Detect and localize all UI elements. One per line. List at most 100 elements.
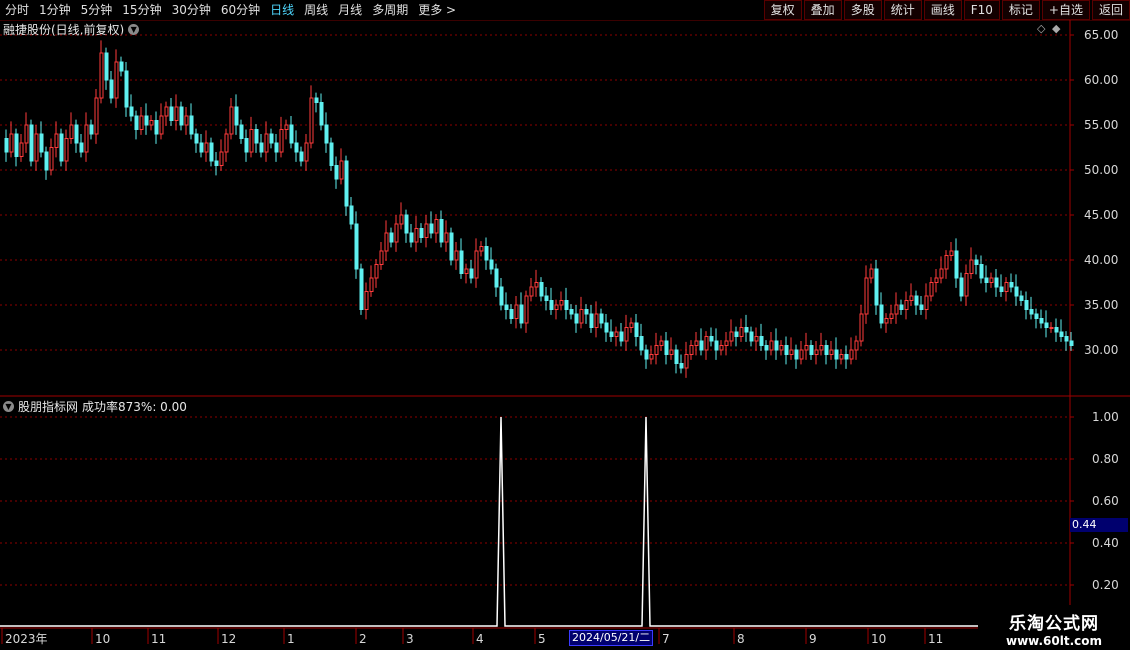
candle-body xyxy=(274,142,279,153)
y-tick-label: 60.00 xyxy=(1084,73,1118,87)
candle-body xyxy=(519,304,524,324)
candle-body xyxy=(654,345,659,355)
candle-body xyxy=(974,259,979,265)
candle-body xyxy=(309,97,314,144)
x-tick-label: 2023年 xyxy=(5,632,48,646)
candle-body xyxy=(389,232,394,243)
candle-body xyxy=(1044,322,1049,328)
candle-body xyxy=(134,115,139,130)
y-tick-label: 35.00 xyxy=(1084,298,1118,312)
candle-body xyxy=(594,313,599,328)
candle-body xyxy=(634,322,639,337)
candle-body xyxy=(684,354,689,369)
candle-body xyxy=(329,142,334,166)
x-tick-label: 3 xyxy=(406,632,414,646)
candle-body xyxy=(764,345,769,351)
candle-body xyxy=(559,300,564,306)
candle-body xyxy=(549,300,554,310)
candle-body xyxy=(774,340,779,351)
candle-body xyxy=(799,349,804,360)
candle-body xyxy=(659,340,664,346)
candle-body xyxy=(619,331,624,342)
candle-body xyxy=(209,142,214,162)
candle-body xyxy=(904,300,909,310)
candle-body xyxy=(314,97,319,103)
candle-body xyxy=(629,322,634,328)
candle-body xyxy=(734,331,739,337)
candle-body xyxy=(789,349,794,355)
candle-body xyxy=(934,277,939,283)
candle-body xyxy=(574,313,579,324)
candle-body xyxy=(669,349,674,355)
candle-body xyxy=(449,232,454,261)
candle-body xyxy=(374,264,379,279)
candle-body xyxy=(79,142,84,153)
candle-body xyxy=(864,277,869,315)
candle-body xyxy=(284,124,289,130)
candle-body xyxy=(439,219,444,243)
candle-body xyxy=(744,327,749,333)
candle-body xyxy=(779,345,784,351)
candle-body xyxy=(239,124,244,139)
candle-body xyxy=(484,246,489,261)
candle-body xyxy=(569,309,574,315)
x-tick-label: 12 xyxy=(221,632,236,646)
candle-body xyxy=(859,313,864,342)
candle-body xyxy=(564,300,569,310)
candle-body xyxy=(1009,282,1014,288)
candle-body xyxy=(149,120,154,126)
candle-body xyxy=(359,268,364,310)
candle-body xyxy=(59,133,64,162)
kline-chart[interactable]: 65.00 60.00 55.00 50.00 45.00 40.00 35.00 30.00… xyxy=(0,0,1130,650)
candle-body xyxy=(489,259,494,270)
cursor-value-label: 0.44 xyxy=(1070,518,1128,532)
candle-body xyxy=(929,282,934,297)
candle-body xyxy=(879,304,884,324)
candle-body xyxy=(599,313,604,324)
candle-body xyxy=(269,133,274,144)
candle-body xyxy=(1069,340,1074,346)
candle-body xyxy=(229,106,234,135)
candle-body xyxy=(159,115,164,135)
candle-body xyxy=(649,354,654,360)
y-tick-label: 65.00 xyxy=(1084,28,1118,42)
y-tick-label: 40.00 xyxy=(1084,253,1118,267)
watermark-line1: 乐淘公式网 xyxy=(1009,614,1099,634)
candle-body xyxy=(704,336,709,351)
candle-body xyxy=(614,331,619,337)
candle-body xyxy=(469,268,474,279)
candle-body xyxy=(279,129,284,153)
candle-body xyxy=(409,232,414,243)
candle-body xyxy=(969,259,974,274)
candle-body xyxy=(444,232,449,243)
candle-body xyxy=(639,336,644,351)
candle-body xyxy=(749,331,754,342)
candle-body xyxy=(99,52,104,99)
candle-body xyxy=(224,133,229,153)
candle-body xyxy=(699,340,704,351)
candle-body xyxy=(499,286,504,306)
candle-body xyxy=(884,318,889,324)
candle-body xyxy=(1034,313,1039,319)
candle-body xyxy=(69,124,74,139)
candle-body xyxy=(624,327,629,342)
candle-body xyxy=(724,340,729,346)
candle-body xyxy=(334,165,339,180)
candle-body xyxy=(539,282,544,297)
candle-body xyxy=(214,160,219,166)
candle-body xyxy=(44,151,49,171)
candle-body xyxy=(894,304,899,315)
candle-body xyxy=(404,214,409,234)
candle-body xyxy=(139,115,144,130)
candle-body xyxy=(384,232,389,252)
candle-body xyxy=(1019,295,1024,301)
candle-body xyxy=(339,160,344,180)
candle-body xyxy=(89,124,94,135)
candle-body xyxy=(394,223,399,243)
candle-body xyxy=(379,250,384,265)
candle-body xyxy=(294,142,299,153)
candle-body xyxy=(434,219,439,234)
candle-body xyxy=(249,129,254,153)
candle-body xyxy=(124,70,129,108)
candle-body xyxy=(819,345,824,351)
